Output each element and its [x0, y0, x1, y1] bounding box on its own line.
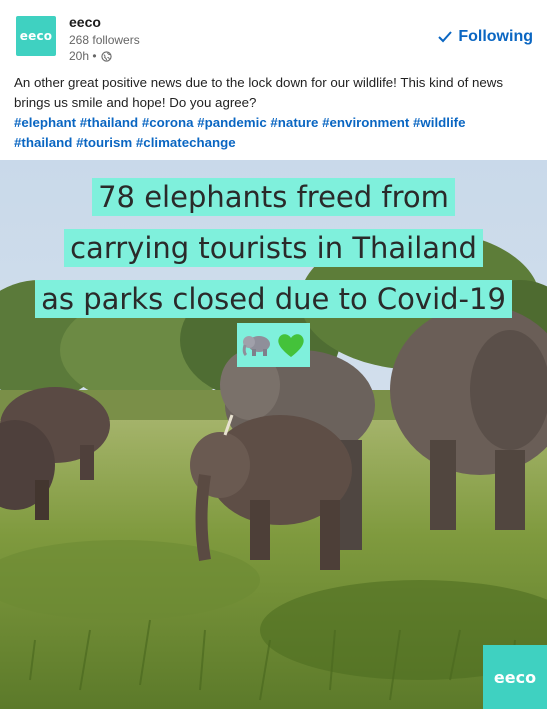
company-name[interactable]: eeco: [69, 14, 101, 30]
headline-overlay: 78 elephants freed from carrying tourist…: [0, 178, 547, 331]
post-body: An other great positive news due to the …: [14, 73, 534, 153]
post-image[interactable]: 78 elephants freed from carrying tourist…: [0, 160, 547, 709]
brand-badge: eeco: [483, 645, 547, 709]
post-header: eeco eeco 268 followers 20h • Following …: [0, 0, 547, 160]
company-logo[interactable]: eeco: [16, 16, 56, 56]
checkmark-icon: [438, 31, 453, 43]
follower-count: 268 followers: [69, 33, 140, 47]
company-logo-text: eeco: [19, 29, 53, 43]
headline-line-1: 78 elephants freed from: [92, 178, 455, 216]
following-button[interactable]: Following: [438, 28, 533, 46]
following-label: Following: [458, 28, 533, 45]
green-heart-icon: [277, 334, 304, 357]
post-timestamp: 20h •: [69, 49, 112, 63]
post-time: 20h •: [69, 49, 97, 63]
elephant-icon: [242, 336, 270, 357]
headline-line-3: as parks closed due to Covid-19: [35, 280, 512, 318]
brand-badge-text: eeco: [493, 667, 537, 687]
hashtags-line-1[interactable]: #elephant #thailand #corona #pandemic #n…: [14, 113, 534, 133]
hashtags-line-2[interactable]: #thailand #tourism #climatechange: [14, 133, 534, 153]
emoji-highlight: [237, 323, 310, 367]
headline-line-2: carrying tourists in Thailand: [64, 229, 483, 267]
globe-icon: [100, 50, 112, 62]
post-text: An other great positive news due to the …: [14, 75, 504, 110]
